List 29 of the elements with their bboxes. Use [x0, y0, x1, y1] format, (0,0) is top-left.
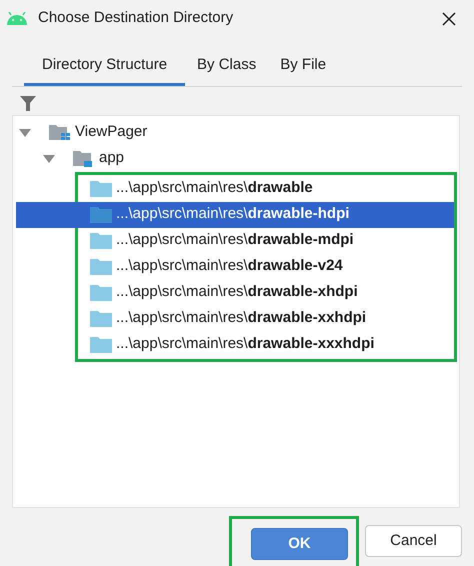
tab[interactable]: Directory Structure — [24, 50, 186, 86]
android-icon — [6, 12, 28, 24]
tab[interactable]: By File — [268, 50, 338, 86]
tree-item[interactable]: ...\app\src\main\res\drawable-xxxhdpi — [16, 332, 454, 358]
expand-arrow-icon[interactable] — [43, 154, 55, 164]
close-icon — [442, 12, 456, 26]
folder-icon — [90, 232, 112, 250]
folder-icon — [90, 310, 112, 328]
tree-item[interactable]: ViewPager — [13, 120, 459, 146]
tree-item[interactable]: ...\app\src\main\res\drawable-xhdpi — [16, 280, 454, 306]
tree-item[interactable]: ...\app\src\main\res\drawable-xxhdpi — [16, 306, 454, 332]
cancel-button[interactable]: Cancel — [365, 525, 462, 557]
tab[interactable]: By Class — [185, 50, 268, 86]
tree-item[interactable]: ...\app\src\main\res\drawable-hdpi — [16, 202, 454, 228]
folder-icon — [90, 258, 112, 276]
project-folder-icon — [49, 124, 71, 142]
expand-arrow-icon[interactable] — [19, 128, 31, 138]
folder-icon — [90, 180, 112, 198]
tree-item[interactable]: app — [13, 146, 459, 172]
tree-item[interactable]: ...\app\src\main\res\drawable-mdpi — [16, 228, 454, 254]
filter-icon[interactable] — [20, 94, 36, 110]
folder-icon — [90, 206, 112, 224]
folder-icon — [90, 336, 112, 354]
tree-item[interactable]: ...\app\src\main\res\drawable — [16, 176, 454, 202]
ok-button[interactable]: OK — [251, 528, 348, 560]
window-title: Choose Destination Directory — [38, 8, 234, 28]
module-folder-icon — [73, 150, 95, 168]
tree-item[interactable]: ...\app\src\main\res\drawable-v24 — [16, 254, 454, 280]
folder-icon — [90, 284, 112, 302]
